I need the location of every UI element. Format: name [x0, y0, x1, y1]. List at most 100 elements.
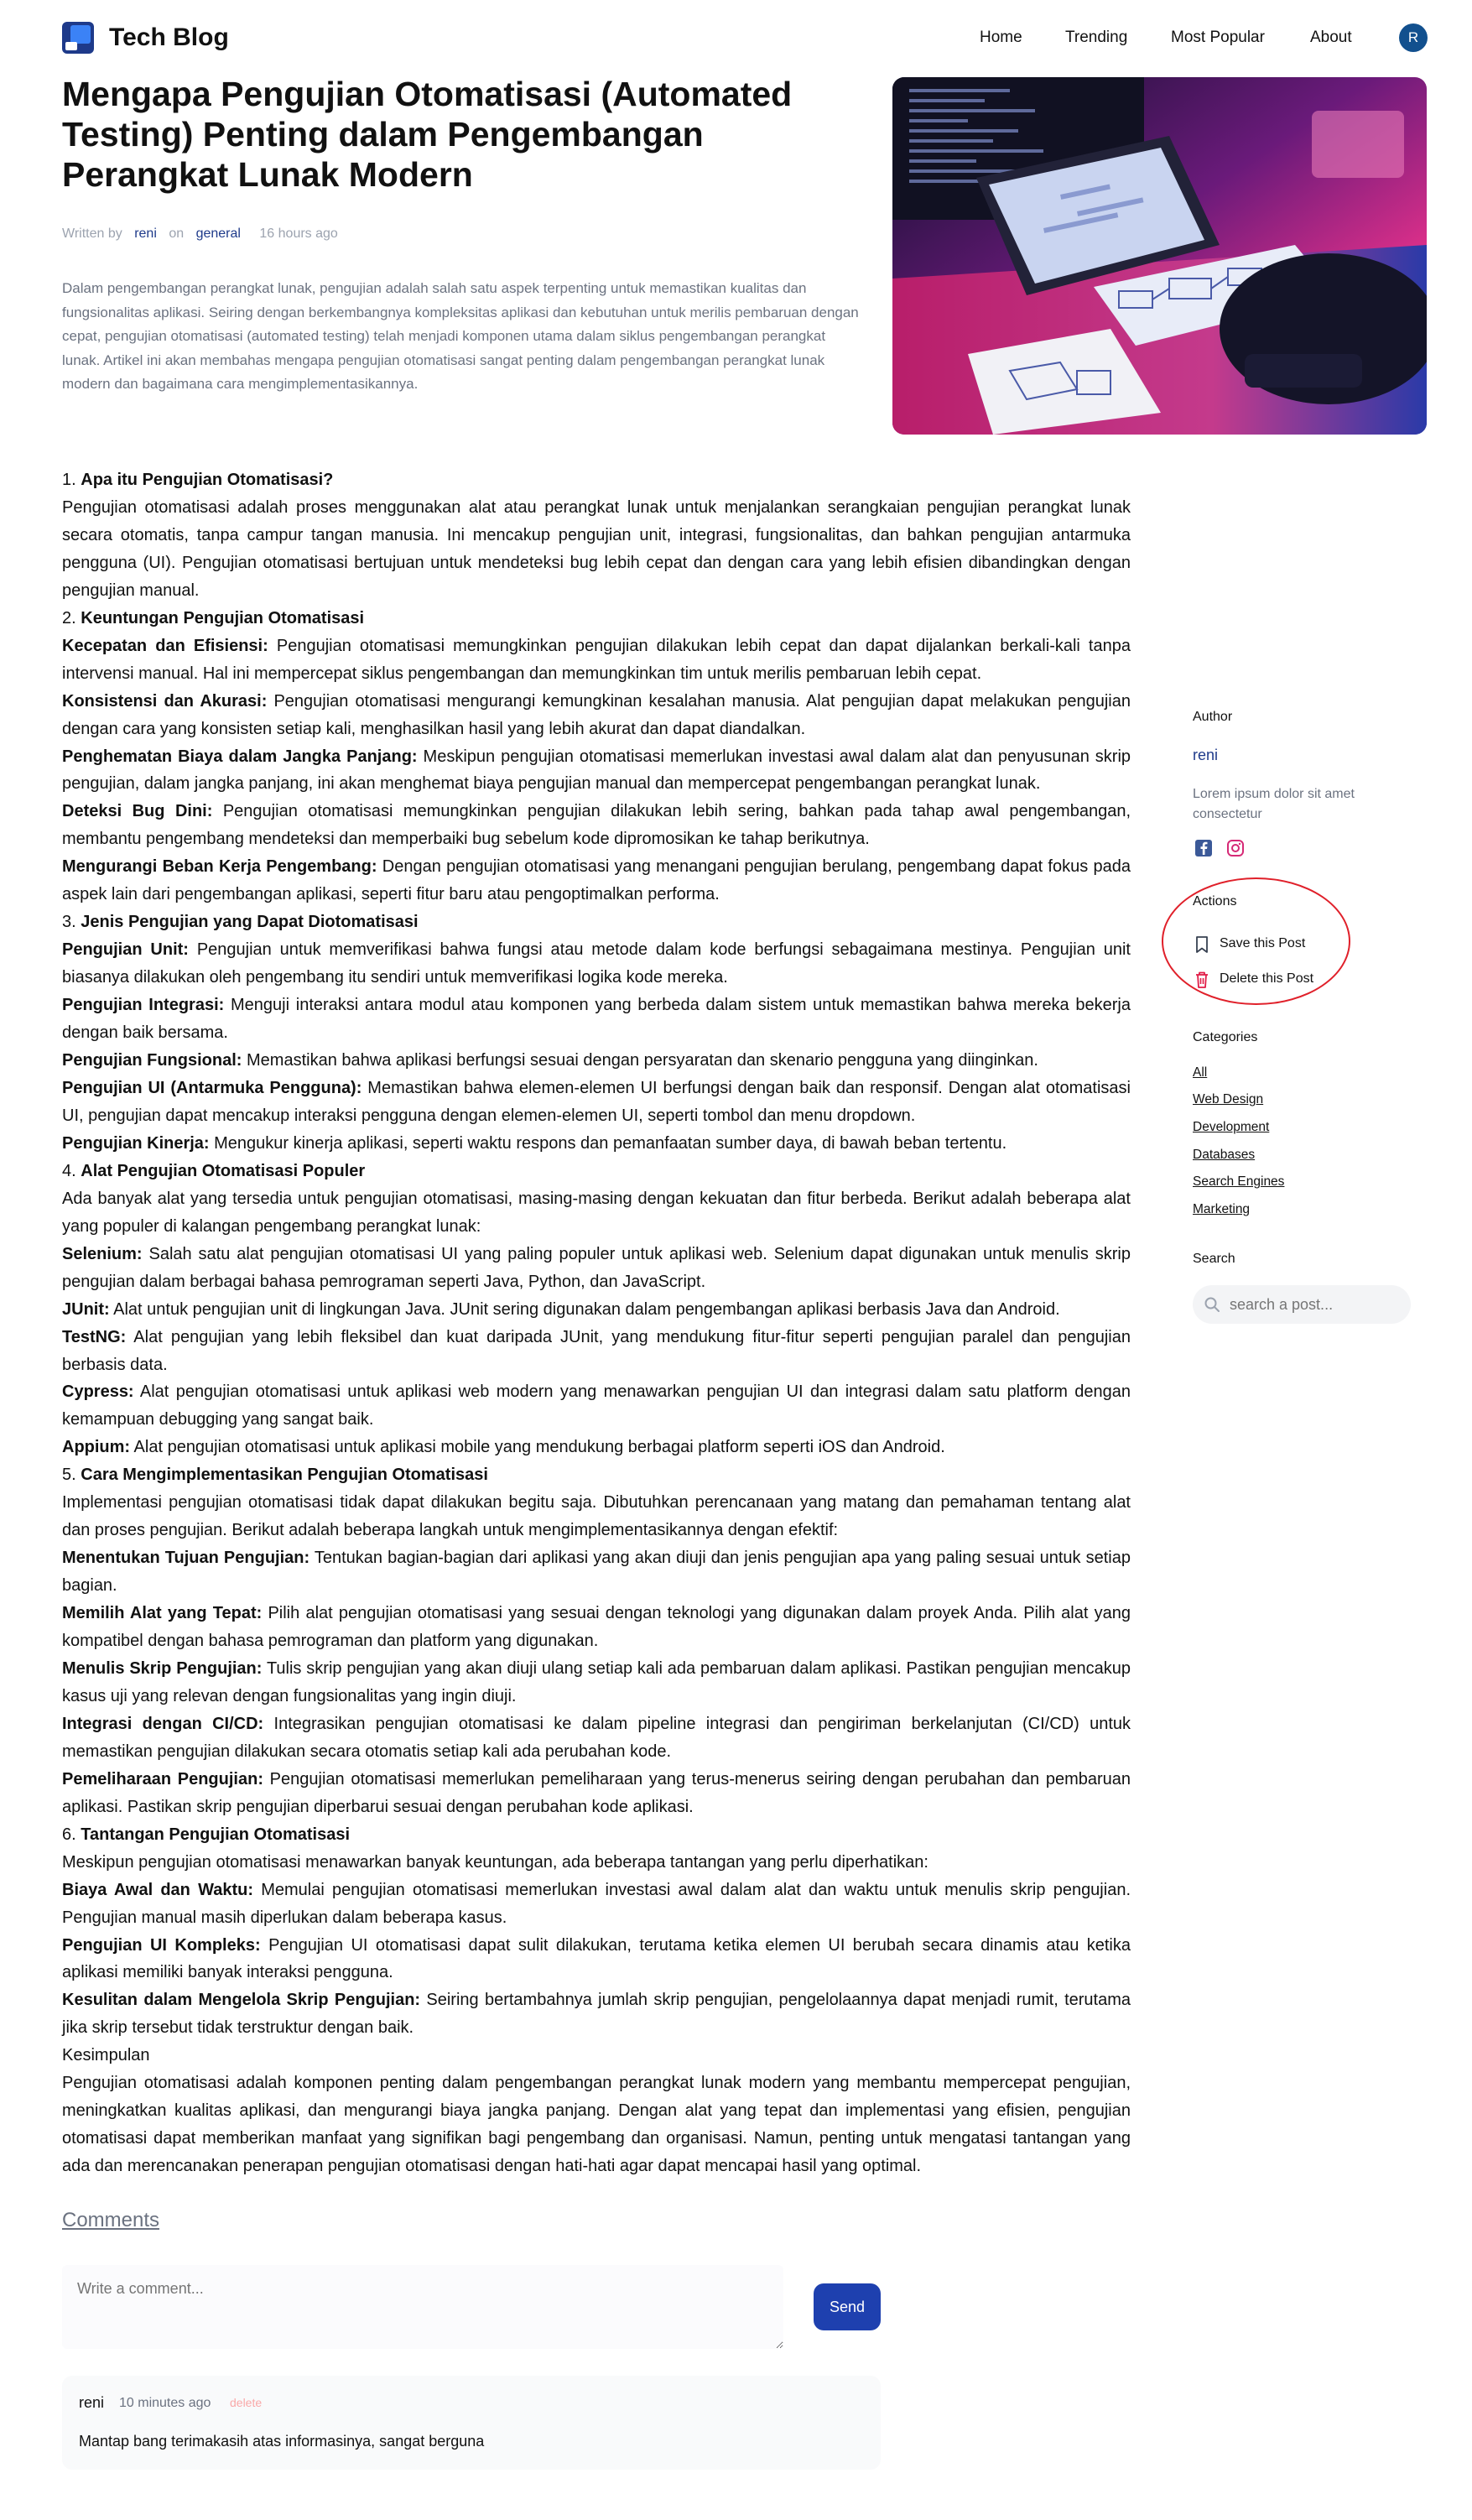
site-brand[interactable]: Tech Blog: [109, 23, 229, 52]
article-term-paragraph: Pengujian Unit: Pengujian untuk memverif…: [62, 936, 1131, 992]
comment-input[interactable]: [62, 2265, 783, 2349]
category-link-databases[interactable]: Databases: [1193, 1148, 1255, 1163]
article-term-paragraph: Menulis Skrip Pengujian: Tulis skrip pen…: [62, 1655, 1131, 1710]
laptop-coding-illustration: [892, 77, 1427, 435]
article-term-paragraph: Memilih Alat yang Tepat: Pilih alat peng…: [62, 1600, 1131, 1655]
article-section-heading: 4. Alat Pengujian Otomatisasi Populer: [62, 1158, 1131, 1185]
article-term-paragraph: Konsistensi dan Akurasi: Pengujian otoma…: [62, 688, 1131, 743]
article-term-paragraph: Pengujian Integrasi: Menguji interaksi a…: [62, 992, 1131, 1047]
search-box[interactable]: [1193, 1285, 1411, 1324]
post-title: Mengapa Pengujian Otomatisasi (Automated…: [62, 75, 793, 194]
article-paragraph: Meskipun pengujian otomatisasi menawarka…: [62, 1852, 928, 1872]
term-label: Menulis Skrip Pengujian:: [62, 1658, 263, 1678]
comments-title[interactable]: Comments: [62, 2209, 159, 2232]
section-number: 1.: [62, 471, 81, 489]
section-number: 3.: [62, 913, 81, 932]
post-meta: Written by reni on general 16 hours ago: [62, 226, 338, 242]
section-heading-text: Tantangan Pengujian Otomatisasi: [81, 1825, 351, 1844]
term-label: Selenium:: [62, 1244, 143, 1263]
article-term-paragraph: Pengujian UI (Antarmuka Pengguna): Memas…: [62, 1075, 1131, 1130]
article-term-paragraph: Pengujian UI Kompleks: Pengujian UI otom…: [62, 1932, 1131, 1987]
sidebar-author-name[interactable]: reni: [1193, 747, 1218, 764]
article-term-paragraph: Selenium: Salah satu alat pengujian otom…: [62, 1241, 1131, 1296]
term-label: Pengujian Fungsional:: [62, 1051, 242, 1070]
nav-most-popular[interactable]: Most Popular: [1171, 29, 1265, 47]
category-link-all[interactable]: All: [1193, 1065, 1207, 1080]
facebook-icon[interactable]: [1194, 839, 1213, 857]
term-description: Mengukur kinerja aplikasi, seperti waktu…: [209, 1133, 1007, 1153]
category-link-web-design[interactable]: Web Design: [1193, 1092, 1263, 1107]
term-label: Pengujian Kinerja:: [62, 1133, 210, 1153]
article-term-paragraph: Appium: Alat pengujian otomatisasi untuk…: [62, 1434, 1131, 1461]
article-paragraph: Ada banyak alat yang tersedia untuk peng…: [62, 1189, 1131, 1236]
article-term-paragraph: Kesulitan dalam Mengelola Skrip Pengujia…: [62, 1986, 1131, 2042]
term-label: Deteksi Bug Dini:: [62, 802, 213, 821]
article-section-heading: 1. Apa itu Pengujian Otomatisasi?: [62, 466, 1131, 494]
term-label: Biaya Awal dan Waktu:: [62, 1880, 254, 1899]
nav-about[interactable]: About: [1310, 29, 1352, 47]
term-label: TestNG:: [62, 1327, 127, 1346]
hero-image: [892, 77, 1427, 435]
comment-item: reni 10 minutes ago delete Mantap bang t…: [62, 2376, 881, 2470]
term-label: Integrasi dengan CI/CD:: [62, 1714, 264, 1733]
term-description: Pengujian otomatisasi memungkinkan pengu…: [62, 802, 1131, 849]
nav-home[interactable]: Home: [980, 29, 1022, 47]
author-heading: Author: [1193, 710, 1233, 724]
comment-delete-link[interactable]: delete: [230, 2396, 262, 2409]
term-label: Pengujian UI (Antarmuka Pengguna):: [62, 1078, 362, 1097]
term-label: Mengurangi Beban Kerja Pengembang:: [62, 857, 377, 877]
post-author-link[interactable]: reni: [134, 226, 157, 241]
post-time: 16 hours ago: [259, 226, 338, 241]
nav-trending[interactable]: Trending: [1065, 29, 1127, 47]
term-label: Memilih Alat yang Tepat:: [62, 1604, 263, 1623]
logo-icon[interactable]: [62, 22, 94, 54]
category-link-search-engines[interactable]: Search Engines: [1193, 1174, 1284, 1190]
term-description: Pengujian untuk memverifikasi bahwa fung…: [62, 940, 1131, 987]
article-term-paragraph: JUnit: Alat untuk pengujian unit di ling…: [62, 1296, 1131, 1324]
term-label: Kecepatan dan Efisiensi:: [62, 636, 268, 655]
comment-text: Mantap bang terimakasih atas informasiny…: [79, 2433, 485, 2450]
article-term-paragraph: Biaya Awal dan Waktu: Memulai pengujian …: [62, 1877, 1131, 1932]
term-label: Pengujian UI Kompleks:: [62, 1935, 261, 1955]
article-section-heading: 2. Keuntungan Pengujian Otomatisasi: [62, 605, 1131, 633]
article-term-paragraph: Kecepatan dan Efisiensi: Pengujian otoma…: [62, 633, 1131, 688]
search-icon: [1204, 1297, 1220, 1312]
term-label: Appium:: [62, 1438, 131, 1457]
section-number: 2.: [62, 608, 81, 627]
comment-author[interactable]: reni: [79, 2394, 104, 2412]
categories-heading: Categories: [1193, 1030, 1258, 1044]
article-term-paragraph: Cypress: Alat pengujian otomatisasi untu…: [62, 1378, 1131, 1434]
written-by-label: Written by: [62, 226, 122, 241]
article-term-paragraph: Pengujian Fungsional: Memastikan bahwa a…: [62, 1047, 1131, 1075]
article-term-paragraph: Pemeliharaan Pengujian: Pengujian otomat…: [62, 1766, 1131, 1821]
author-bio: Lorem ipsum dolor sit amet consectetur: [1193, 787, 1355, 821]
term-label: Cypress:: [62, 1382, 134, 1402]
send-comment-button[interactable]: Send: [814, 2283, 881, 2330]
category-link-marketing[interactable]: Marketing: [1193, 1202, 1250, 1217]
term-description: Salah satu alat pengujian otomatisasi UI…: [62, 1244, 1131, 1291]
article-term-paragraph: Penghematan Biaya dalam Jangka Panjang: …: [62, 743, 1131, 799]
term-description: Alat pengujian otomatisasi untuk aplikas…: [130, 1438, 945, 1457]
on-label: on: [169, 226, 185, 241]
post-category-link[interactable]: general: [196, 226, 241, 241]
search-heading: Search: [1193, 1252, 1235, 1266]
highlight-annotation: [1162, 877, 1350, 1005]
avatar[interactable]: R: [1399, 23, 1428, 52]
article-paragraph: Pengujian otomatisasi adalah komponen pe…: [62, 2074, 1131, 2176]
category-link-development[interactable]: Development: [1193, 1120, 1269, 1135]
article-paragraph: Pengujian otomatisasi adalah proses meng…: [62, 497, 1131, 600]
term-label: Pemeliharaan Pengujian:: [62, 1769, 263, 1788]
section-heading-text: Jenis Pengujian yang Dapat Diotomatisasi: [81, 913, 419, 932]
term-label: Pengujian Integrasi:: [62, 996, 225, 1015]
term-description: Alat pengujian yang lebih fleksibel dan …: [62, 1327, 1131, 1374]
section-heading-text: Apa itu Pengujian Otomatisasi?: [81, 471, 334, 489]
article-term-paragraph: TestNG: Alat pengujian yang lebih fleksi…: [62, 1324, 1131, 1379]
section-number: 5.: [62, 1466, 81, 1485]
instagram-icon[interactable]: [1226, 839, 1245, 857]
term-description: Alat pengujian otomatisasi untuk aplikas…: [62, 1382, 1131, 1429]
site-header: Tech Blog Home Trending Most Popular Abo…: [0, 0, 1472, 77]
search-input[interactable]: [1230, 1292, 1397, 1317]
article-term-paragraph: Integrasi dengan CI/CD: Integrasikan pen…: [62, 1710, 1131, 1766]
term-label: Kesulitan dalam Mengelola Skrip Pengujia…: [62, 1991, 421, 2010]
term-label: JUnit:: [62, 1299, 110, 1319]
